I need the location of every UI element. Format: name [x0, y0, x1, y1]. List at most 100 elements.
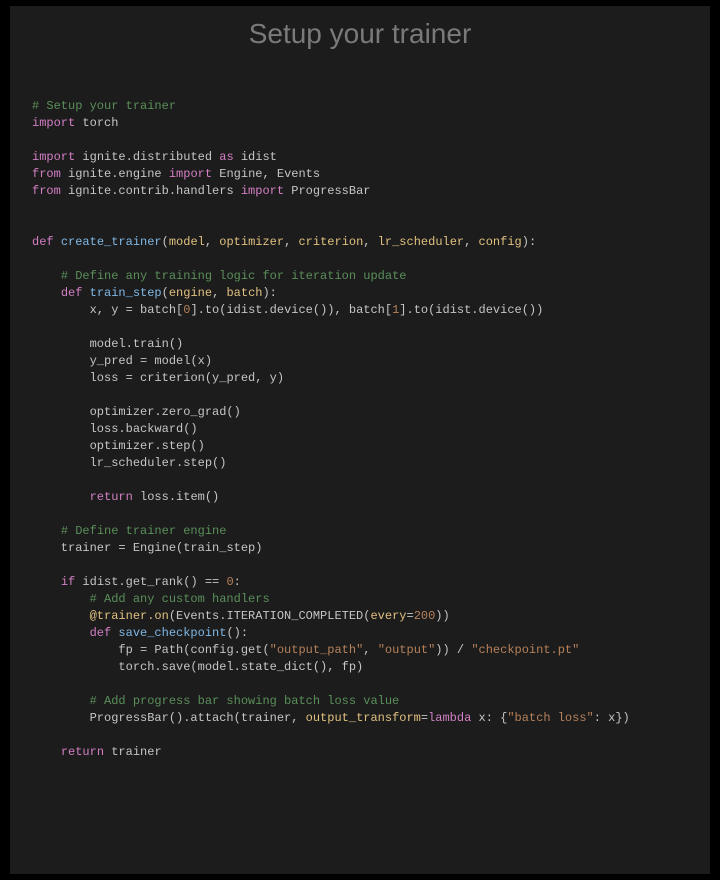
code-line: # Setup your trainer: [32, 98, 710, 115]
code-token: def: [90, 626, 119, 640]
code-line: from ignite.engine import Engine, Events: [32, 166, 710, 183]
code-token: :: [234, 575, 241, 589]
code-token: ignite.distributed: [75, 150, 219, 164]
code-token: import: [32, 116, 75, 130]
code-token: ProgressBar().attach(trainer,: [32, 711, 306, 725]
code-token: criterion(y_pred, y): [133, 371, 284, 385]
code-token: model(x): [147, 354, 212, 368]
code-token: 0: [226, 575, 233, 589]
code-line: # Define trainer engine: [32, 523, 710, 540]
code-token: criterion: [298, 235, 363, 249]
code-line: optimizer.zero_grad(): [32, 404, 710, 421]
code-token: model.train(): [32, 337, 183, 351]
code-token: import: [169, 167, 212, 181]
code-token: # Define trainer engine: [61, 524, 227, 538]
code-token: ,: [464, 235, 478, 249]
code-token: train_step: [90, 286, 162, 300]
code-token: loss.backward(): [32, 422, 198, 436]
code-line: from ignite.contrib.handlers import Prog…: [32, 183, 710, 200]
code-token: optimizer.zero_grad(): [32, 405, 241, 419]
code-token: =: [406, 609, 413, 623]
code-token: =: [421, 711, 428, 725]
code-token: from: [32, 167, 61, 181]
code-line: def create_trainer(model, optimizer, cri…: [32, 234, 710, 251]
code-token: ):: [262, 286, 276, 300]
code-token: x: {: [471, 711, 507, 725]
code-token: "output_path": [270, 643, 364, 657]
code-token: )): [435, 609, 449, 623]
code-line: fp = Path(config.get("output_path", "out…: [32, 642, 710, 659]
code-token: 200: [414, 609, 436, 623]
code-line: [32, 387, 710, 404]
code-token: torch: [75, 116, 118, 130]
code-token: (: [162, 286, 169, 300]
code-token: loss: [32, 371, 126, 385]
code-token: =: [126, 303, 133, 317]
code-token: every: [370, 609, 406, 623]
code-token: def: [32, 235, 61, 249]
code-token: ,: [284, 235, 298, 249]
code-token: return: [61, 745, 104, 759]
code-line: @trainer.on(Events.ITERATION_COMPLETED(e…: [32, 608, 710, 625]
code-token: [32, 626, 90, 640]
code-token: # Add any custom handlers: [90, 592, 270, 606]
code-token: ():: [226, 626, 248, 640]
code-token: [32, 269, 61, 283]
code-token: batch: [226, 286, 262, 300]
code-token: ):: [522, 235, 536, 249]
code-line: [32, 251, 710, 268]
code-token: ,: [363, 235, 377, 249]
code-line: y_pred = model(x): [32, 353, 710, 370]
code-token: def: [61, 286, 90, 300]
code-block: # Setup your trainer import torch import …: [10, 98, 710, 761]
code-line: x, y = batch[0].to(idist.device()), batc…: [32, 302, 710, 319]
code-token: ignite.contrib.handlers: [61, 184, 241, 198]
code-token: optimizer.step(): [32, 439, 205, 453]
code-token: ==: [205, 575, 219, 589]
code-line: if idist.get_rank() == 0:: [32, 574, 710, 591]
code-line: [32, 200, 710, 217]
code-token: # Setup your trainer: [32, 99, 176, 113]
code-line: return trainer: [32, 744, 710, 761]
code-line: [32, 557, 710, 574]
code-token: from: [32, 184, 61, 198]
code-token: ].to(idist.device()), batch[: [190, 303, 392, 317]
code-token: )): [435, 643, 457, 657]
page-title: Setup your trainer: [10, 18, 710, 50]
code-token: ].to(idist.device()): [399, 303, 543, 317]
code-line: def save_checkpoint():: [32, 625, 710, 642]
code-token: Engine, Events: [212, 167, 320, 181]
code-line: import ignite.distributed as idist: [32, 149, 710, 166]
code-line: lr_scheduler.step(): [32, 455, 710, 472]
code-token: ,: [205, 235, 219, 249]
code-line: [32, 676, 710, 693]
code-line: [32, 217, 710, 234]
code-token: fp: [32, 643, 140, 657]
code-token: lr_scheduler.step(): [32, 456, 226, 470]
code-token: (: [162, 235, 169, 249]
code-token: output_transform: [306, 711, 421, 725]
code-line: loss = criterion(y_pred, y): [32, 370, 710, 387]
code-line: [32, 132, 710, 149]
code-line: # Add any custom handlers: [32, 591, 710, 608]
code-token: [32, 694, 90, 708]
code-token: "output": [378, 643, 436, 657]
code-token: [32, 592, 90, 606]
code-token: engine: [169, 286, 212, 300]
code-token: [32, 575, 61, 589]
code-token: "batch loss": [507, 711, 593, 725]
code-token: loss.item(): [133, 490, 219, 504]
code-token: idist.get_rank(): [75, 575, 205, 589]
code-line: model.train(): [32, 336, 710, 353]
code-token: : x}): [594, 711, 630, 725]
code-token: [32, 286, 61, 300]
code-token: batch[: [133, 303, 183, 317]
code-line: import torch: [32, 115, 710, 132]
code-token: import: [241, 184, 284, 198]
code-token: trainer: [32, 541, 118, 555]
code-token: lambda: [428, 711, 471, 725]
code-token: as: [219, 150, 233, 164]
code-token: create_trainer: [61, 235, 162, 249]
code-token: @trainer.on: [90, 609, 169, 623]
code-token: # Add progress bar showing batch loss va…: [90, 694, 400, 708]
